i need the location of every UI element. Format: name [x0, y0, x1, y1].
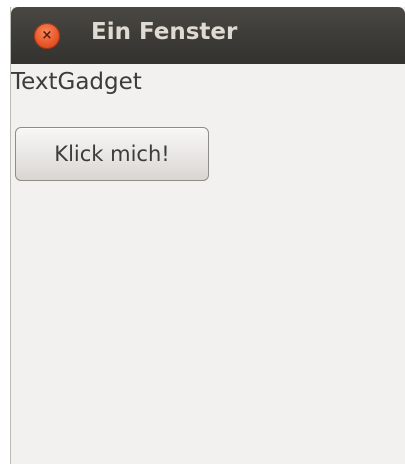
text-gadget: TextGadget	[11, 69, 142, 95]
click-me-button[interactable]: Klick mich!	[15, 127, 209, 181]
app-window: × Ein Fenster TextGadget Klick mich!	[10, 7, 405, 464]
close-button[interactable]: ×	[34, 23, 60, 49]
title-bar[interactable]: × Ein Fenster	[11, 7, 405, 64]
window-title: Ein Fenster	[91, 19, 238, 45]
close-icon: ×	[41, 28, 53, 43]
